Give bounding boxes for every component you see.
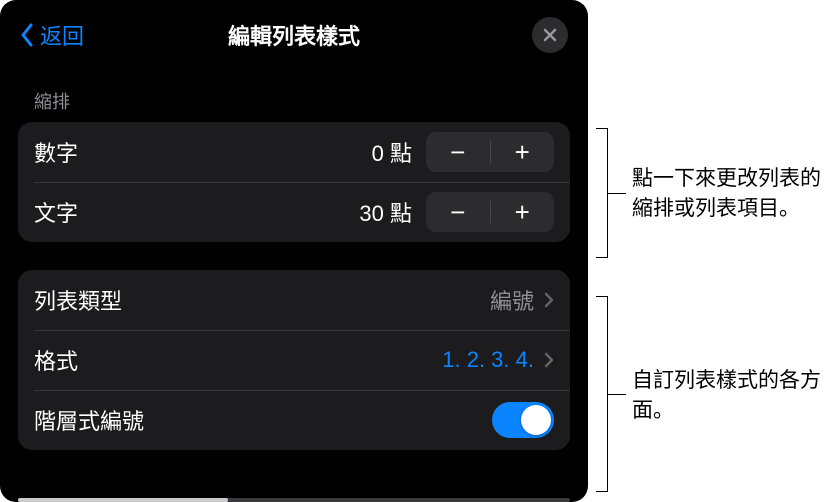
format-value: 1. 2. 3. 4. [442,347,534,373]
text-indent-row: 文字 30 點 − + [18,182,570,242]
hierarchical-label: 階層式編號 [34,404,492,436]
number-indent-value: 0 點 [356,136,412,168]
indent-group: 數字 0 點 − + 文字 30 點 − + [18,122,570,242]
text-indent-increment[interactable]: + [491,192,555,232]
chevron-right-icon [544,352,554,368]
number-indent-row: 數字 0 點 − + [18,122,570,182]
number-indent-increment[interactable]: + [491,132,555,172]
settings-panel: 返回 編輯列表樣式 縮排 數字 0 點 − + 文字 30 點 − [0,0,588,502]
text-indent-value: 30 點 [356,196,412,228]
annotation-bracket [596,128,608,258]
back-button[interactable]: 返回 [20,19,84,51]
hierarchical-row: 階層式編號 [18,390,570,450]
number-indent-label: 數字 [34,136,356,168]
chevron-right-icon [544,292,554,308]
text-indent-decrement[interactable]: − [426,192,490,232]
chevron-left-icon [20,23,34,47]
scrollbar-thumb [18,498,228,502]
hierarchical-toggle[interactable] [492,402,554,438]
back-label: 返回 [40,19,84,51]
close-button[interactable] [532,17,568,53]
scrollbar[interactable] [18,498,570,502]
list-type-row[interactable]: 列表類型 編號 [18,270,570,330]
format-row[interactable]: 格式 1. 2. 3. 4. [18,330,570,390]
list-type-label: 列表類型 [34,284,490,316]
annotation-tick [608,193,626,194]
annotations: 點一下來更改列表的縮排或列表項目。 自訂列表樣式的各方面。 [588,0,836,502]
annotation-callout-style: 自訂列表樣式的各方面。 [632,366,822,427]
indent-section-header: 縮排 [0,70,588,122]
page-title: 編輯列表樣式 [228,19,360,51]
annotation-callout-indent: 點一下來更改列表的縮排或列表項目。 [632,164,822,225]
text-indent-label: 文字 [34,196,356,228]
header: 返回 編輯列表樣式 [0,0,588,70]
annotation-bracket [596,296,608,492]
list-style-group: 列表類型 編號 格式 1. 2. 3. 4. 階層式編號 [18,270,570,450]
toggle-knob [521,405,551,435]
format-label: 格式 [34,344,442,376]
close-icon [542,27,558,43]
list-type-value: 編號 [490,284,534,316]
annotation-tick [608,394,626,395]
text-indent-stepper: − + [426,192,554,232]
number-indent-decrement[interactable]: − [426,132,490,172]
number-indent-stepper: − + [426,132,554,172]
